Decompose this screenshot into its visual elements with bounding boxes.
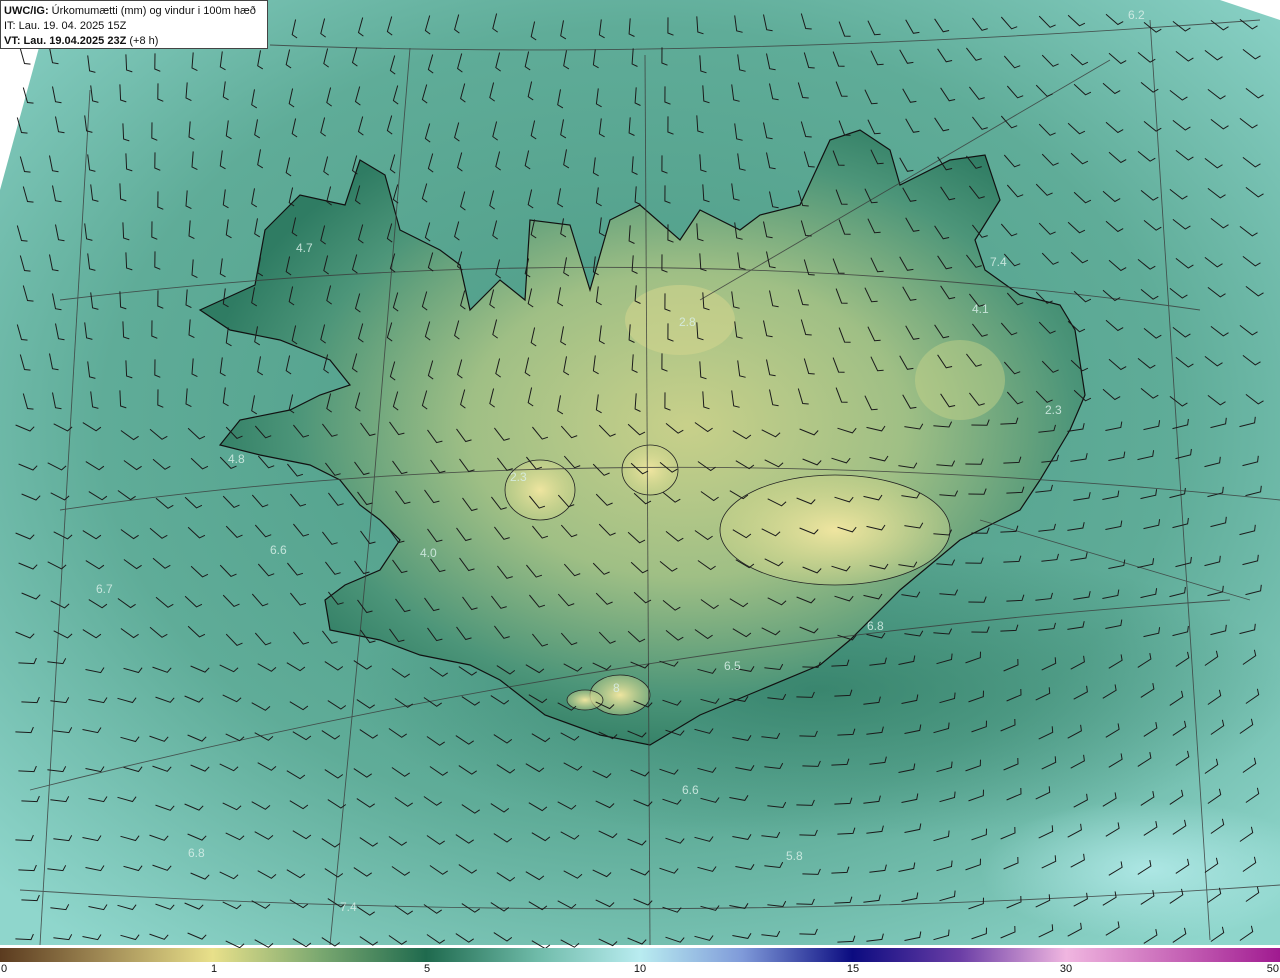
value-label-southeast-coast: 6.8 (867, 619, 884, 633)
colorbar-tick-30: 30 (1059, 963, 1073, 975)
east-highland (915, 340, 1005, 420)
colorbar-tick-5: 5 (423, 963, 431, 975)
value-label-east-highlands: 4.1 (972, 302, 989, 316)
colorbar-gradient (0, 948, 1280, 962)
value-label-eastfjords: 2.3 (1045, 403, 1062, 417)
colorbar-tick-10: 10 (633, 963, 647, 975)
value-label-langjokull: 2.3 (510, 470, 527, 484)
value-label-snaefellsnes: 4.8 (228, 452, 245, 466)
colorbar-legend: 0 1 5 10 15 30 50 (0, 948, 1280, 978)
value-label-south-far-sea: 5.8 (786, 849, 803, 863)
value-label-faxafloi: 6.6 (270, 543, 287, 557)
colorbar-tick-0: 0 (1, 963, 8, 975)
header-title-line: UWC/IG: Úrkomumætti (mm) og vindur i 100… (4, 4, 264, 19)
precipitation-wind-map: 6.2 4.7 7.4 4.1 2.8 2.3 4.8 2.3 6.6 4.0 … (0, 0, 1280, 948)
colorbar-tick-50: 50 (1266, 963, 1279, 975)
value-label-westfjords: 4.7 (296, 241, 313, 255)
value-label-north-central: 2.8 (679, 315, 696, 329)
map-header: UWC/IG: Úrkomumætti (mm) og vindur i 100… (0, 0, 268, 49)
value-label-bottom-sea: 7.4 (340, 900, 357, 914)
vatnajokull (719, 474, 951, 586)
value-label-south-coast: 6.5 (724, 659, 741, 673)
value-label-southwest-sea: 6.8 (188, 846, 205, 860)
valid-time: VT: Lau. 19.04.2025 23Z (4, 35, 127, 47)
valid-time-offset: (+8 h) (129, 35, 159, 47)
valid-time-line: VT: Lau. 19.04.2025 23Z (+8 h) (4, 34, 264, 49)
eyjafjallajokull (566, 689, 604, 711)
colorbar-tick-15: 15 (846, 963, 860, 975)
product-title: Úrkomumætti (mm) og vindur i 100m hæð (51, 5, 256, 17)
issue-time: IT: Lau. 19. 04. 2025 15Z (4, 20, 127, 32)
value-label-west-sea: 6.7 (96, 582, 113, 596)
value-label-northeast: 7.4 (990, 255, 1007, 269)
model-name: UWC/IG: (4, 5, 49, 17)
value-label-reykjavik: 4.0 (420, 546, 437, 560)
value-label-south-sea: 6.6 (682, 783, 699, 797)
value-label-ne-corner: 6.2 (1128, 8, 1145, 22)
colorbar-tick-1: 1 (210, 963, 218, 975)
value-label-myrdalsjokull: 8 (613, 681, 620, 695)
